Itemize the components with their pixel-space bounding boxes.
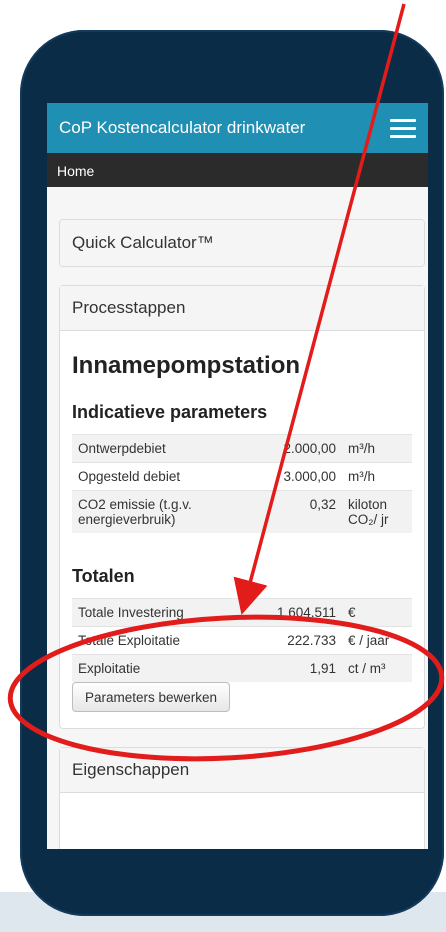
total-value: 222.733	[252, 626, 342, 655]
main-content: Quick Calculator™ Processtappen Innamepo…	[47, 187, 428, 849]
param-value: 0,32	[252, 490, 342, 533]
total-unit: ct / m³	[342, 654, 412, 682]
totals-table: Totale Investering 1.604.511 € Totale Ex…	[72, 598, 412, 682]
phone-screen: CoP Kostencalculator drinkwater Home Qui…	[47, 103, 428, 849]
quick-calculator-panel[interactable]: Quick Calculator™	[59, 219, 425, 267]
total-unit: €	[342, 598, 412, 627]
menu-bar-top	[390, 119, 416, 122]
total-label: Exploitatie	[72, 654, 252, 682]
menu-bar-bottom	[390, 135, 416, 138]
quick-calculator-heading[interactable]: Quick Calculator™	[60, 220, 424, 266]
breadcrumb-home-link[interactable]: Home	[57, 163, 94, 179]
menu-bar-middle	[390, 127, 416, 130]
total-unit: € / jaar	[342, 626, 412, 655]
param-value: 3.000,00	[252, 462, 342, 491]
total-value: 1.604.511	[252, 598, 342, 627]
edit-parameters-button[interactable]: Parameters bewerken	[72, 682, 231, 712]
app-header: CoP Kostencalculator drinkwater	[47, 103, 428, 153]
param-unit: m³/h	[342, 462, 412, 491]
total-value: 1,91	[252, 654, 342, 682]
table-row: Totale Exploitatie 222.733 € / jaar	[72, 626, 412, 655]
table-row: Totale Investering 1.604.511 €	[72, 598, 412, 627]
table-row: Ontwerpdebiet 2.000,00 m³/h	[72, 434, 412, 463]
param-label: Ontwerpdebiet	[72, 434, 252, 463]
app-title: CoP Kostencalculator drinkwater	[59, 118, 306, 137]
params-table: Ontwerpdebiet 2.000,00 m³/h Opgesteld de…	[72, 434, 412, 533]
table-row: Exploitatie 1,91 ct / m³	[72, 654, 412, 682]
processtappen-panel: Processtappen Innamepompstation Indicati…	[59, 285, 425, 729]
param-value: 2.000,00	[252, 434, 342, 463]
param-unit: kiloton CO₂/ jr	[342, 490, 412, 533]
table-row: Opgesteld debiet 3.000,00 m³/h	[72, 462, 412, 491]
total-label: Totale Exploitatie	[72, 626, 252, 655]
totals-heading: Totalen	[72, 566, 135, 586]
param-label: Opgesteld debiet	[72, 462, 252, 491]
breadcrumb: Home	[47, 153, 428, 187]
processtappen-heading[interactable]: Processtappen	[60, 286, 424, 331]
table-row: CO2 emissie (t.g.v. energieverbruik) 0,3…	[72, 490, 412, 533]
param-unit: m³/h	[342, 434, 412, 463]
eigenschappen-heading[interactable]: Eigenschappen	[60, 748, 424, 793]
eigenschappen-panel: Eigenschappen	[59, 747, 425, 849]
hamburger-menu-icon[interactable]	[390, 117, 416, 139]
param-label: CO2 emissie (t.g.v. energieverbruik)	[72, 490, 252, 533]
station-title: Innamepompstation	[72, 352, 301, 379]
total-label: Totale Investering	[72, 598, 252, 627]
params-heading: Indicatieve parameters	[72, 402, 268, 422]
